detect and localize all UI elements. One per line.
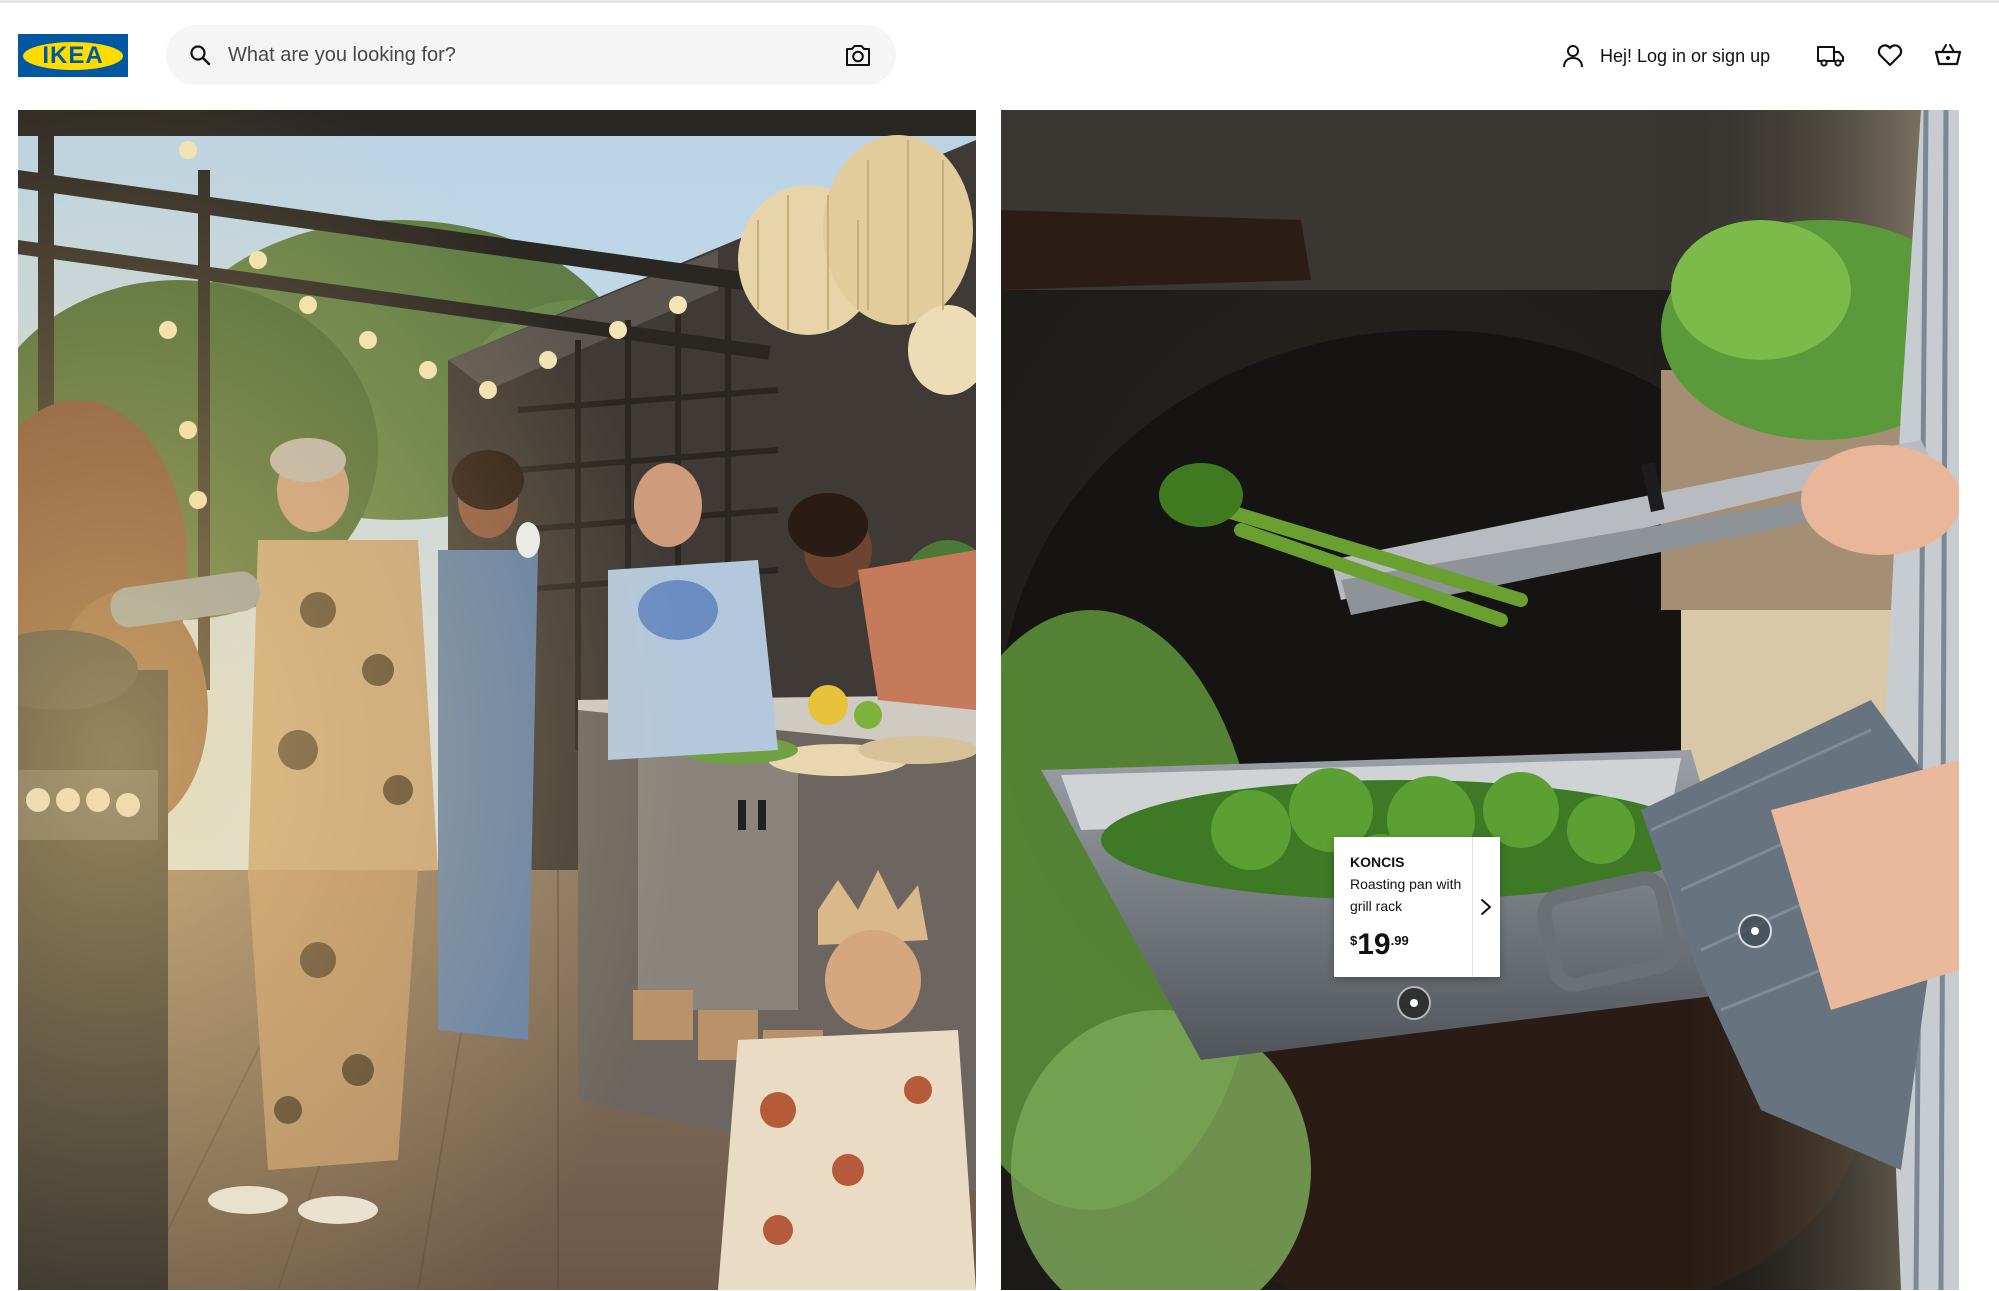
hero-image-right[interactable]: KONCIS Roasting pan with grill rack $ 19…	[1001, 110, 1959, 1290]
logo-oval: IKEA	[23, 41, 123, 70]
tag-divider	[1472, 837, 1473, 977]
search-input[interactable]	[226, 25, 796, 85]
product-tag-koncis[interactable]: KONCIS Roasting pan with grill rack $ 19…	[1334, 837, 1500, 977]
hero-image-left[interactable]	[18, 110, 976, 1290]
basket-icon[interactable]	[1933, 40, 1963, 70]
price-integer: 19	[1357, 928, 1391, 961]
price-decimal: .99	[1390, 933, 1409, 948]
product-name: KONCIS	[1350, 854, 1405, 870]
search-icon[interactable]	[188, 43, 212, 67]
camera-icon[interactable]	[844, 42, 872, 68]
product-description: Roasting pan with grill rack	[1350, 876, 1462, 914]
product-tag-body: KONCIS Roasting pan with grill rack	[1350, 853, 1470, 917]
site-header: IKEA Hej! Log in or sign up	[0, 0, 1999, 110]
heart-icon[interactable]	[1875, 40, 1905, 70]
login-link[interactable]: Hej! Log in or sign up	[1560, 40, 1770, 72]
chevron-right-icon[interactable]	[1478, 897, 1494, 917]
product-price: $ 19 .99	[1350, 929, 1409, 961]
login-label: Hej! Log in or sign up	[1600, 45, 1771, 66]
search-bar[interactable]	[166, 25, 896, 85]
product-hotspot[interactable]	[1397, 986, 1431, 1020]
product-hotspot-2[interactable]	[1738, 914, 1772, 948]
ikea-logo[interactable]: IKEA	[18, 34, 128, 77]
grilling-photo	[1001, 110, 1959, 1290]
price-currency: $	[1350, 933, 1358, 948]
logo-text: IKEA	[42, 41, 104, 69]
truck-icon[interactable]	[1816, 40, 1846, 70]
outdoor-kitchen-photo	[18, 110, 976, 1290]
user-icon	[1563, 45, 1583, 68]
